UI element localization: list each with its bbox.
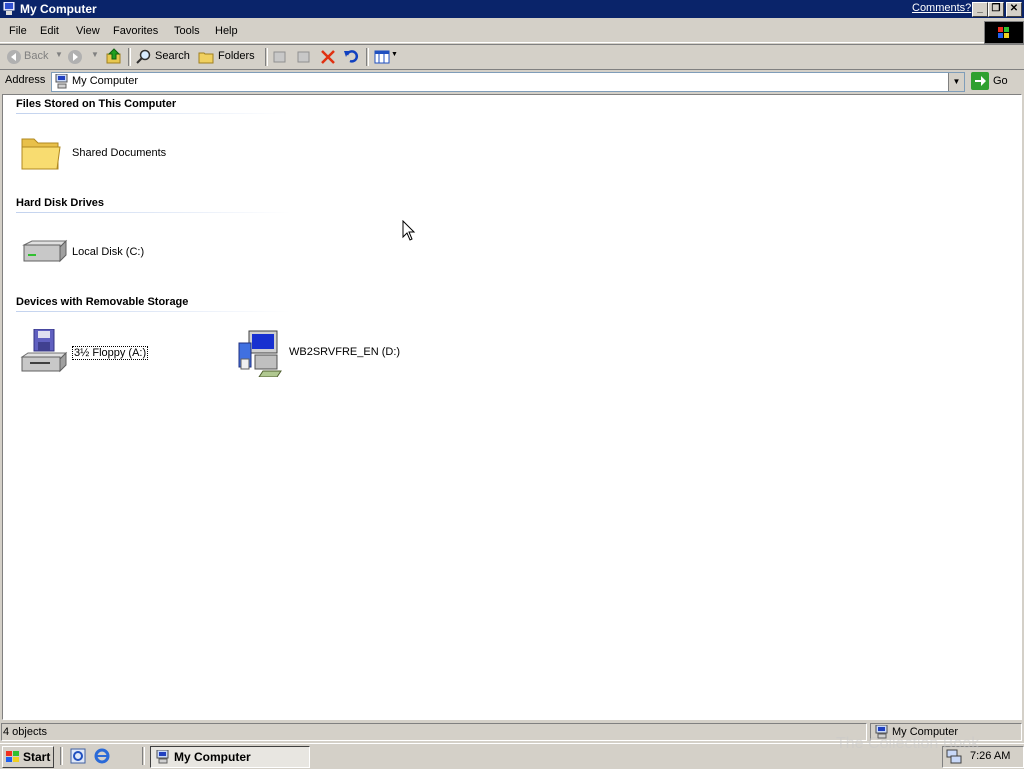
- item-label: Shared Documents: [72, 147, 167, 159]
- watermark: The Collection Book: [836, 735, 979, 753]
- group-header-hard-disk-drives: Hard Disk Drives: [16, 197, 105, 209]
- start-button[interactable]: Start: [2, 746, 54, 768]
- menu-view[interactable]: View: [76, 25, 100, 37]
- search-button[interactable]: Search: [135, 48, 191, 66]
- go-label: Go: [993, 75, 1008, 87]
- mouse-cursor-icon: [402, 220, 416, 241]
- group-header-removable-storage: Devices with Removable Storage: [16, 296, 189, 308]
- window-title: My Computer: [20, 2, 97, 16]
- item-label: Local Disk (C:): [72, 246, 145, 258]
- menu-file[interactable]: File: [9, 25, 27, 37]
- address-value: My Computer: [72, 75, 139, 87]
- go-button[interactable]: Go: [968, 72, 1018, 90]
- my-computer-icon: [156, 750, 169, 764]
- back-arrow-icon: [7, 50, 21, 64]
- task-label: My Computer: [174, 750, 251, 764]
- copy-to-icon[interactable]: [296, 49, 312, 65]
- start-label: Start: [23, 750, 51, 764]
- group-divider: [16, 311, 291, 312]
- item-label: WB2SRVFRE_EN (D:): [289, 346, 401, 358]
- taskbar-separator: [142, 747, 145, 765]
- go-arrow-icon: [971, 72, 989, 90]
- group-divider: [16, 212, 291, 213]
- item-floppy-a[interactable]: 3½ Floppy (A:): [20, 329, 200, 377]
- status-objects-pane: 4 objects: [1, 723, 867, 741]
- forward-arrow-icon: [68, 50, 82, 64]
- up-folder-icon[interactable]: [106, 48, 122, 65]
- address-input[interactable]: My Computer ▼: [51, 72, 965, 92]
- close-icon: ✕: [1009, 3, 1019, 14]
- folders-icon: [198, 52, 214, 64]
- chevron-down-icon: ▼: [952, 77, 961, 86]
- toolbar-separator: [265, 48, 268, 66]
- minimize-button[interactable]: _: [972, 2, 988, 17]
- group-header-files-stored: Files Stored on This Computer: [16, 98, 177, 110]
- windows-flag-icon: [6, 751, 19, 762]
- folder-icon: [21, 138, 61, 170]
- item-shared-documents[interactable]: Shared Documents: [20, 129, 180, 177]
- move-to-icon[interactable]: [272, 49, 288, 65]
- folders-label: Folders: [218, 50, 255, 62]
- delete-icon[interactable]: [320, 49, 336, 65]
- menu-tools[interactable]: Tools: [174, 25, 200, 37]
- menu-bar: File Edit View Favorites Tools Help: [0, 20, 1024, 43]
- forward-dropdown-icon[interactable]: ▼: [91, 50, 99, 59]
- toolbar-separator: [128, 48, 131, 66]
- close-button[interactable]: ✕: [1006, 2, 1022, 17]
- object-count: 4 objects: [3, 726, 48, 738]
- server-management-icon[interactable]: [70, 748, 86, 764]
- views-dropdown-icon: ▼: [391, 51, 398, 58]
- my-computer-icon: [3, 2, 15, 15]
- standard-toolbar: Back ▼ ▼ Search Folders ▼: [0, 44, 1024, 70]
- menu-help[interactable]: Help: [215, 25, 238, 37]
- address-bar: Address My Computer ▼ Go: [0, 69, 1024, 93]
- undo-icon[interactable]: [343, 48, 359, 64]
- floppy-drive-icon: [20, 329, 68, 373]
- hard-disk-icon: [22, 239, 68, 263]
- search-icon: [136, 49, 151, 64]
- restore-icon: ❐: [991, 3, 1001, 14]
- windows-logo: [984, 21, 1024, 44]
- item-cd-drive-d[interactable]: WB2SRVFRE_EN (D:): [237, 329, 417, 377]
- views-icon: [374, 50, 390, 64]
- menu-favorites[interactable]: Favorites: [113, 25, 158, 37]
- back-button[interactable]: Back ▼: [4, 48, 64, 66]
- my-computer-icon: [55, 74, 68, 89]
- toolbar-separator: [366, 48, 369, 66]
- minimize-icon: _: [977, 3, 983, 14]
- file-view[interactable]: Files Stored on This Computer Shared Doc…: [2, 94, 1022, 720]
- taskbar-button-my-computer[interactable]: My Computer: [150, 746, 310, 768]
- search-label: Search: [155, 50, 190, 62]
- title-bar[interactable]: My Computer Comments? _ ❐ ✕: [0, 0, 1024, 18]
- cd-drive-icon: [238, 330, 282, 377]
- menu-edit[interactable]: Edit: [40, 25, 59, 37]
- windows-flag-icon: [998, 27, 1009, 38]
- group-divider: [16, 113, 291, 114]
- taskbar-separator: [60, 747, 63, 765]
- watermark-text: The Collection Book: [836, 735, 980, 752]
- comments-link[interactable]: Comments?: [912, 2, 971, 14]
- address-label: Address: [5, 74, 46, 86]
- item-local-disk-c[interactable]: Local Disk (C:): [20, 229, 180, 277]
- address-dropdown-button[interactable]: ▼: [948, 73, 964, 91]
- folders-button[interactable]: Folders: [197, 48, 257, 66]
- back-label: Back: [24, 50, 49, 62]
- back-dropdown-icon[interactable]: ▼: [55, 50, 63, 59]
- views-button[interactable]: ▼: [373, 48, 399, 66]
- internet-explorer-icon[interactable]: [94, 748, 110, 764]
- restore-button[interactable]: ❐: [988, 2, 1004, 17]
- forward-button[interactable]: ▼: [67, 48, 101, 66]
- item-label: 3½ Floppy (A:): [72, 346, 149, 360]
